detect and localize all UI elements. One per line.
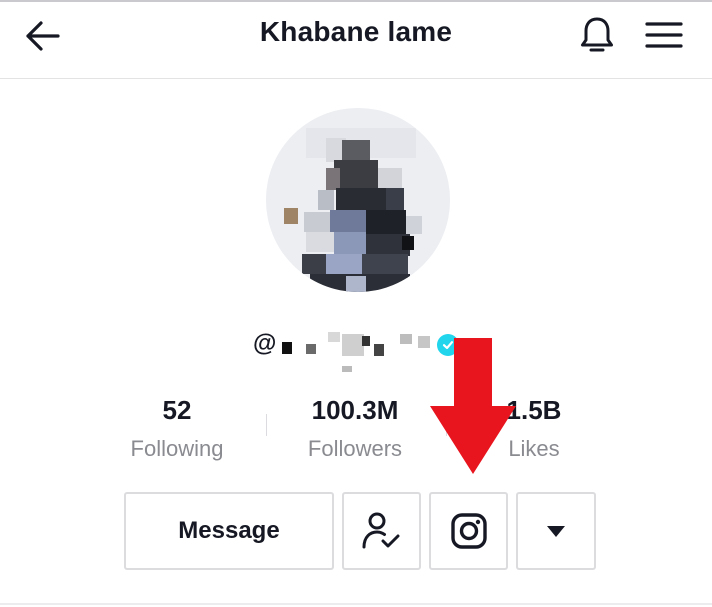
profile-stats: 52 Following 100.3M Followers 1.5B Likes [0,394,712,470]
redacted-block [306,344,316,354]
redacted-block [418,336,430,348]
notifications-button[interactable] [574,12,620,58]
redacted-block [374,344,384,356]
redacted-block [328,332,340,342]
redacted-block [342,366,352,372]
message-button[interactable]: Message [124,492,334,570]
redacted-block [282,342,292,354]
hamburger-menu-icon [645,22,683,48]
avatar[interactable] [266,108,450,292]
stat-followers[interactable]: 100.3M Followers [270,394,440,462]
stat-label: Followers [307,436,403,461]
more-options-button[interactable] [516,492,596,570]
redacted-block [342,334,364,356]
stat-label: Following [130,436,224,461]
user-check-icon [362,512,399,549]
redacted-block [362,336,370,346]
stat-divider [266,414,267,436]
redacted-block [400,334,412,344]
profile-actions: Message [0,492,712,572]
stat-value: 100.3M [311,395,399,425]
red-arrow-down-icon [430,338,516,474]
caret-down-icon [547,526,565,537]
instagram-icon [450,513,487,549]
bell-icon [581,17,613,52]
instagram-button[interactable] [429,492,508,570]
menu-button[interactable] [641,12,687,58]
stat-value: 52 [162,395,192,425]
following-status-button[interactable] [342,492,421,570]
bottom-divider [0,603,712,605]
profile-header: Khabane lame [0,2,712,79]
stat-following[interactable]: 52 Following [92,394,262,462]
username-prefix: @ [253,330,277,357]
